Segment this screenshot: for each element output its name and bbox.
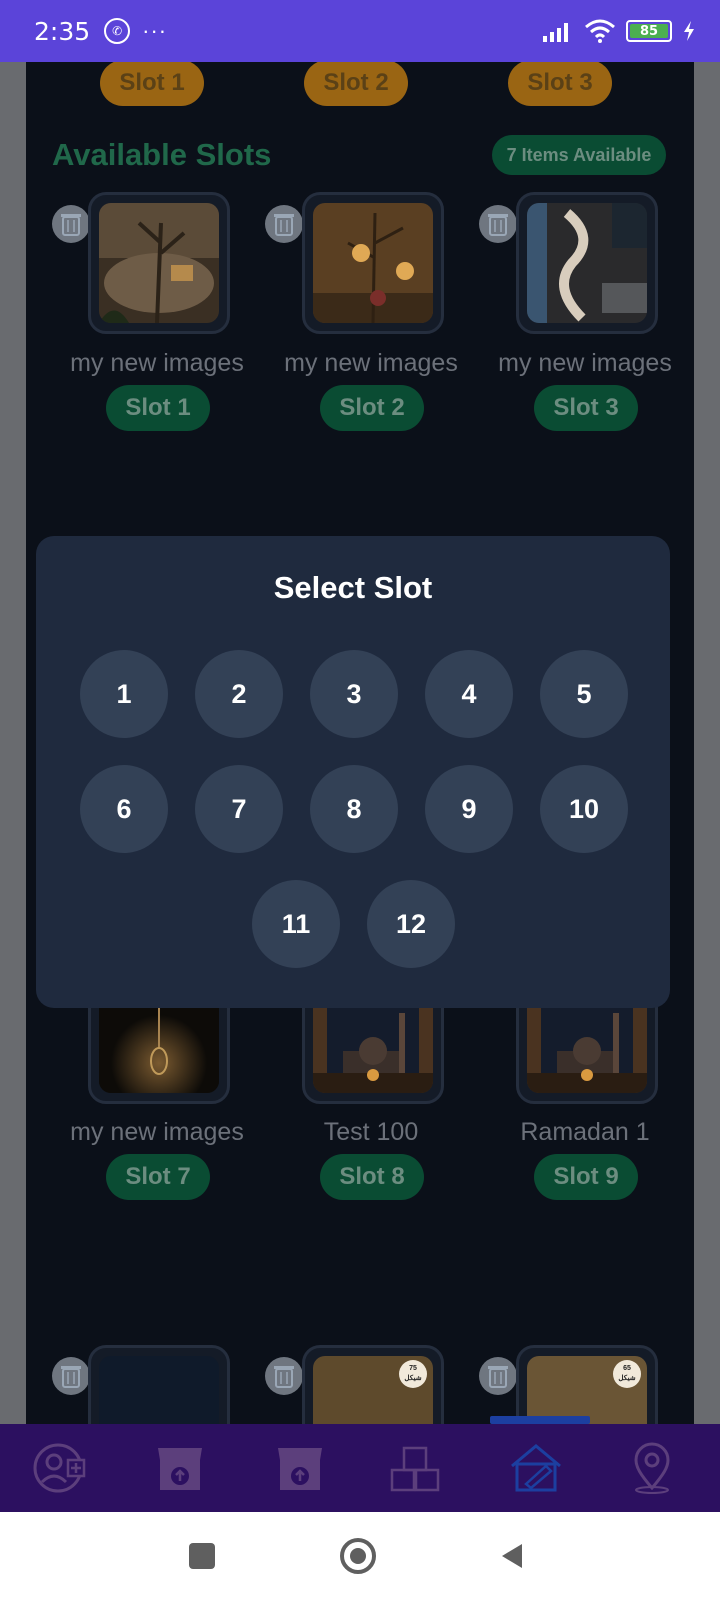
slot-badge: Slot 1 [106,385,210,431]
system-navigation-bar [0,1512,720,1600]
card-image [99,203,219,323]
section-title: Available Slots [52,137,272,172]
slot-badge: Slot 8 [320,1154,424,1200]
charging-icon [684,21,694,41]
card-name: my new images [70,349,244,377]
home-icon[interactable] [336,1534,380,1578]
image-card[interactable] [88,192,230,334]
card-image: 75 شيكل [313,1356,433,1424]
card-name: my new images [284,349,458,377]
location-pin-icon[interactable] [622,1438,682,1498]
image-card[interactable]: 65 شيكل [516,1345,658,1424]
card-name: my new images [70,1118,244,1146]
trash-icon[interactable] [52,205,90,243]
dialog-title: Select Slot [273,570,433,605]
store-upload-icon[interactable] [150,1438,210,1498]
recents-icon[interactable] [180,1534,224,1578]
store-upload-icon-2[interactable] [270,1438,330,1498]
slot-option-2[interactable]: 2 [195,650,283,738]
card-image: 65 شيكل [527,1356,647,1424]
nav-active-indicator [490,1416,590,1424]
bottom-navigation [0,1424,720,1512]
top-slot-1[interactable]: Slot 1 [100,62,204,106]
trash-icon[interactable] [479,1357,517,1395]
card-image [527,203,647,323]
slot-option-1[interactable]: 1 [80,650,168,738]
status-bar: 2:35 ✆ ··· 85 [0,0,720,62]
card-name: Test 100 [323,1118,419,1146]
image-card[interactable] [302,192,444,334]
slot-badge: Slot 9 [534,1154,638,1200]
battery-level: 85 [630,24,668,39]
slot-option-9[interactable]: 9 [425,765,513,853]
status-time: 2:35 [34,16,91,46]
slot-option-3[interactable]: 3 [310,650,398,738]
signal-icon [543,23,568,42]
trash-icon[interactable] [479,205,517,243]
card-name: Ramadan 1 [520,1118,650,1146]
price-tag: 75 شيكل [399,1360,427,1388]
back-icon[interactable] [490,1534,534,1578]
slot-option-12[interactable]: 12 [367,880,455,968]
slot-option-10[interactable]: 10 [540,765,628,853]
more-notifications-icon: ··· [142,18,168,43]
items-available-badge: 7 Items Available [492,135,666,175]
slot-option-7[interactable]: 7 [195,765,283,853]
whatsapp-icon: ✆ [104,18,131,44]
slot-badge: Slot 7 [106,1154,210,1200]
trash-icon[interactable] [52,1357,90,1395]
image-card[interactable] [88,1345,230,1424]
top-slot-2[interactable]: Slot 2 [304,62,408,106]
battery-icon: 85 [626,20,672,42]
card-image [313,203,433,323]
slot-badge: Slot 3 [534,385,638,431]
image-card[interactable] [516,192,658,334]
trash-icon[interactable] [265,205,303,243]
house-edit-icon[interactable] [506,1438,566,1498]
image-card[interactable]: 75 شيكل [302,1345,444,1424]
slot-badge: Slot 2 [320,385,424,431]
top-slot-3[interactable]: Slot 3 [508,62,612,106]
wifi-icon [585,19,615,43]
trash-icon[interactable] [265,1357,303,1395]
slot-option-6[interactable]: 6 [80,765,168,853]
slot-option-5[interactable]: 5 [540,650,628,738]
slot-option-4[interactable]: 4 [425,650,513,738]
select-slot-dialog: Select Slot 1 2 3 4 5 6 7 8 9 10 11 12 [36,536,670,1008]
card-image [99,1356,219,1424]
slot-option-8[interactable]: 8 [310,765,398,853]
price-tag: 65 شيكل [613,1360,641,1388]
boxes-icon[interactable] [386,1438,446,1498]
add-user-icon[interactable] [30,1438,90,1498]
card-name: my new images [498,349,672,377]
slot-option-11[interactable]: 11 [252,880,340,968]
